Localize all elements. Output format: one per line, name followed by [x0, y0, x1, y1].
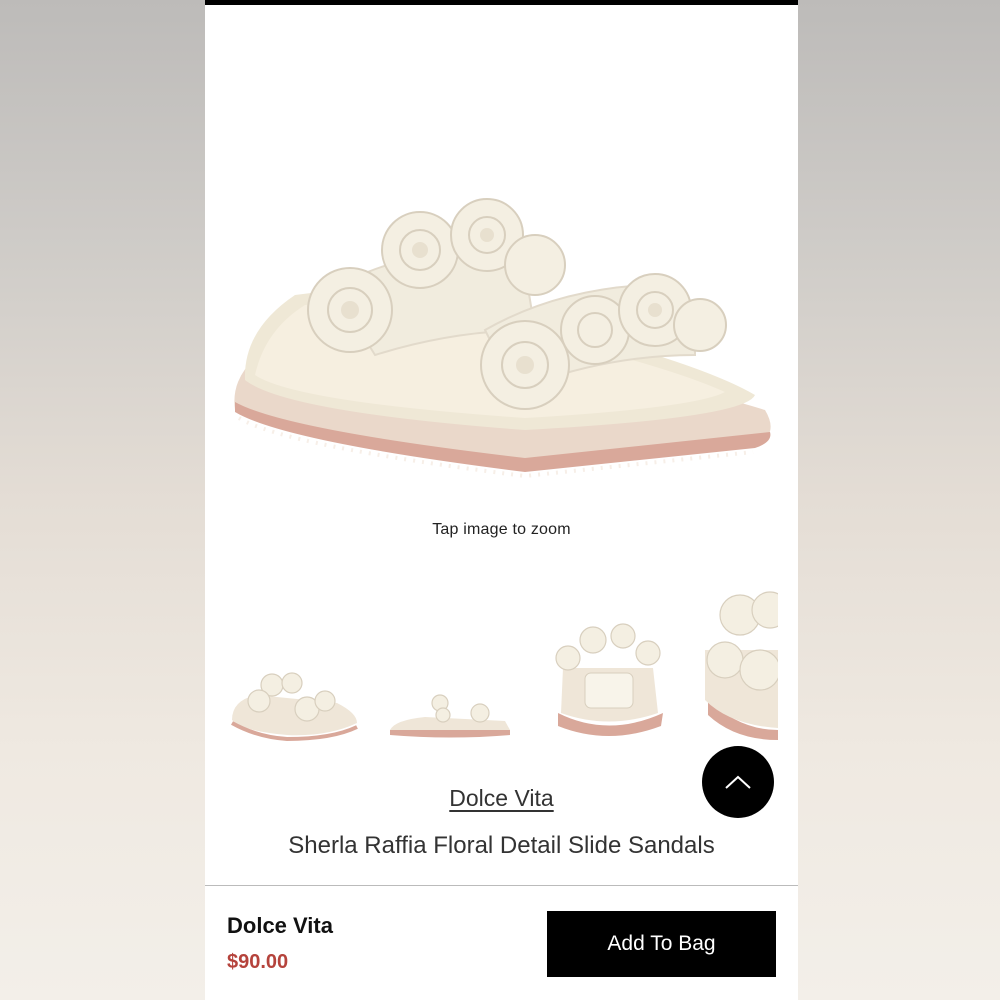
thumbnail-side[interactable] [385, 685, 515, 745]
thumbnail-strip [205, 590, 798, 750]
sticky-bar-price: $90.00 [227, 951, 289, 973]
status-bar [205, 0, 798, 5]
blurred-background-right [798, 0, 1000, 1000]
divider [205, 885, 798, 886]
thumbnail-detail[interactable] [700, 590, 778, 740]
zoom-hint: Tap image to zoom [432, 521, 571, 538]
blurred-background-left [0, 0, 205, 1000]
add-to-bag-button[interactable]: Add To Bag [547, 911, 776, 977]
product-main-image[interactable] [225, 180, 785, 490]
sticky-bar-brand: Dolce Vita [227, 913, 333, 938]
chevron-up-icon [725, 775, 751, 789]
product-title: Sherla Raffia Floral Detail Slide Sandal… [288, 832, 715, 859]
thumbnail-back[interactable] [543, 618, 673, 743]
thumbnail-front-angle[interactable] [227, 665, 362, 745]
product-page: Tap image to zoom Dolce Vita Sherla Raff… [205, 0, 798, 1000]
scroll-to-top-button[interactable] [702, 746, 774, 818]
